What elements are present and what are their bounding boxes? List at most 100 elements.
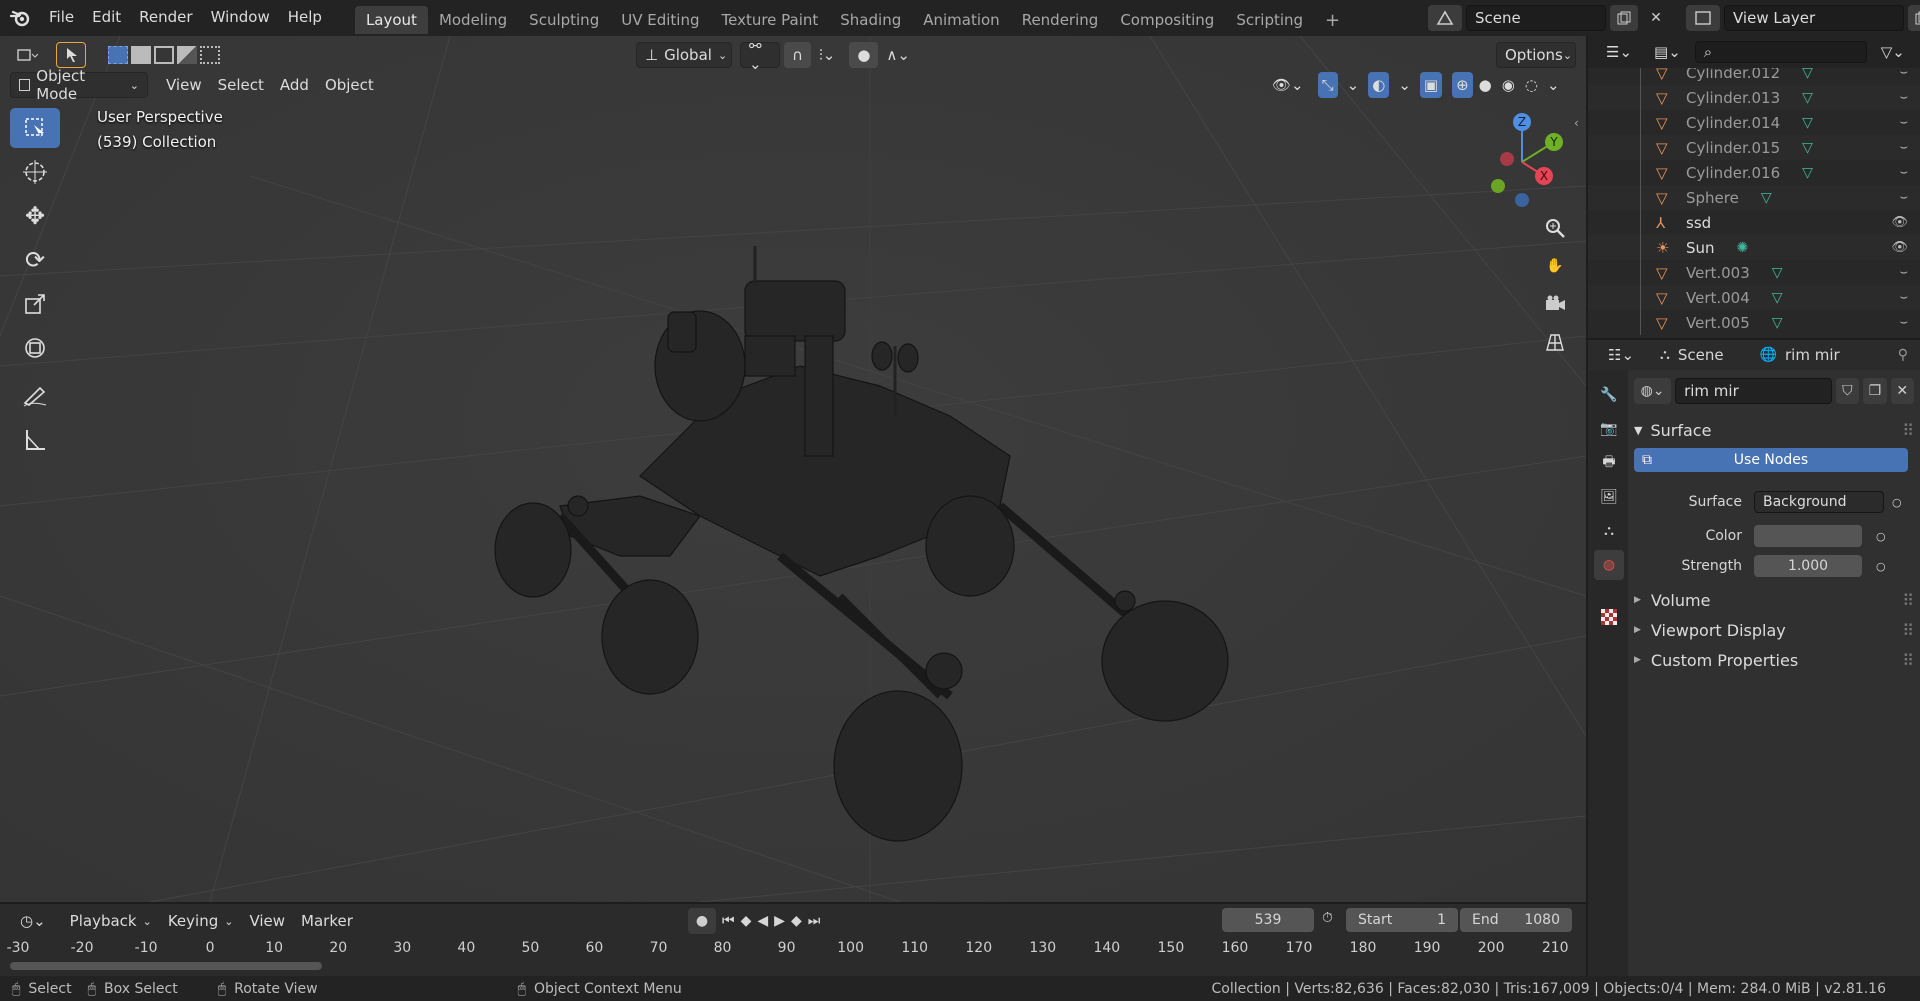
pan-hand-icon[interactable]: ✋ xyxy=(1539,250,1571,282)
drag-handle-icon[interactable]: ⠿ xyxy=(1902,421,1914,440)
world-name-field[interactable]: rim mir xyxy=(1675,378,1832,404)
outliner-row[interactable]: ▽ Cylinder.013 ▽ ⌣ xyxy=(1588,85,1920,110)
timeline-editor-type-icon[interactable]: ◷⌄ xyxy=(12,908,54,934)
cursor-tool-icon[interactable] xyxy=(10,152,60,192)
render-tab-icon[interactable]: 📷 xyxy=(1594,414,1624,444)
pivot-point-dropdown[interactable]: ⚯ ⌄ xyxy=(740,37,780,73)
tab-scripting[interactable]: Scripting xyxy=(1225,6,1314,34)
object-mode-dropdown[interactable]: Object Mode ⌄ xyxy=(10,67,148,103)
mesh-data-icon[interactable]: ▽ xyxy=(1802,140,1813,156)
material-shading-icon[interactable]: ◉ xyxy=(1498,72,1519,98)
outliner-row[interactable]: ▽ Cylinder.014 ▽ ⌣ xyxy=(1588,110,1920,135)
menu-help[interactable]: Help xyxy=(279,0,331,36)
viewport-menu-select[interactable]: Select xyxy=(210,72,272,98)
jump-end-icon[interactable]: ⏭ xyxy=(808,913,821,929)
timeline-menu-keying[interactable]: Keying ⌄ xyxy=(160,908,242,934)
select-subtract-icon[interactable] xyxy=(154,46,174,64)
wireframe-shading-icon[interactable]: ⊕ xyxy=(1452,72,1473,98)
xray-toggle-icon[interactable]: ▣ xyxy=(1419,72,1443,98)
hidden-eye-icon[interactable]: ⌣ xyxy=(1899,140,1908,155)
section-viewport-display[interactable]: ▶ Viewport Display ⠿ xyxy=(1634,616,1914,644)
outliner-row[interactable]: ▽ Vert.005 ▽ ⌣ xyxy=(1588,310,1920,335)
menu-render[interactable]: Render xyxy=(130,0,201,36)
next-keyframe-icon[interactable]: ◆ xyxy=(791,913,802,929)
mesh-data-icon[interactable]: ▽ xyxy=(1761,190,1772,206)
viewport-menu-object[interactable]: Object xyxy=(317,72,382,98)
gizmo-toggle-icon[interactable]: ⤡ xyxy=(1317,72,1338,98)
timeline-menu-view[interactable]: View xyxy=(241,908,293,934)
timeline-scrollbar[interactable] xyxy=(10,962,322,970)
proportional-edit-icon[interactable]: ● xyxy=(849,42,879,68)
tab-layout[interactable]: Layout xyxy=(354,6,428,34)
use-nodes-button[interactable]: ⧉ Use Nodes xyxy=(1634,448,1908,472)
outliner-row[interactable]: ▽ Cylinder.012 ▽ ⌣ xyxy=(1588,68,1920,85)
record-icon[interactable]: ● xyxy=(688,908,716,934)
tab-modeling[interactable]: Modeling xyxy=(428,6,518,34)
link-socket-icon[interactable]: ○ xyxy=(1892,496,1902,509)
transform-orientation-dropdown[interactable]: ⊥ Global ⌄ xyxy=(636,42,732,68)
proportional-falloff-dropdown[interactable]: ∧⌄ xyxy=(878,42,918,68)
outliner-search-input[interactable]: ⌕ xyxy=(1694,41,1867,63)
select-box-tool-icon[interactable] xyxy=(10,108,60,148)
new-scene-icon[interactable] xyxy=(1610,5,1638,31)
viewport-menu-view[interactable]: View xyxy=(158,72,210,98)
mesh-data-icon[interactable]: ▽ xyxy=(1802,90,1813,106)
link-socket-icon[interactable]: ○ xyxy=(1876,560,1886,573)
navigation-gizmo[interactable]: Z Y X xyxy=(1470,104,1580,214)
tab-animation[interactable]: Animation xyxy=(912,6,1010,34)
eye-icon[interactable]: 👁 xyxy=(1891,215,1908,230)
outliner-row[interactable]: ▽ Sphere ▽ ⌣ xyxy=(1588,185,1920,210)
fake-user-icon[interactable]: ⛉ xyxy=(1835,378,1860,404)
timeline-menu-playback[interactable]: Playback ⌄ xyxy=(62,908,160,934)
start-frame-field[interactable]: Start 1 xyxy=(1346,908,1458,932)
solid-shading-icon[interactable]: ● xyxy=(1475,72,1496,98)
3d-viewport[interactable]: ⊥ Global ⌄ ⚯ ⌄ ∩ ⫶⌄ ● ∧⌄ Options ⌄ Object… xyxy=(0,36,1586,902)
stopwatch-icon[interactable]: ⏱ xyxy=(1322,910,1333,926)
drag-handle-icon[interactable]: ⠿ xyxy=(1902,621,1914,640)
tool-tab-icon[interactable]: 🔧 xyxy=(1594,380,1624,410)
jump-start-icon[interactable]: ⏮ xyxy=(722,913,735,929)
menu-edit[interactable]: Edit xyxy=(83,0,130,36)
end-frame-field[interactable]: End 1080 xyxy=(1460,908,1572,932)
hidden-eye-icon[interactable]: ⌣ xyxy=(1899,90,1908,105)
world-tab-icon[interactable]: ◍ xyxy=(1594,550,1624,580)
strength-field[interactable]: 1.000 xyxy=(1754,555,1862,577)
drag-handle-icon[interactable]: ⠿ xyxy=(1902,651,1914,670)
perspective-toggle-icon[interactable] xyxy=(1539,326,1571,358)
surface-section-header[interactable]: ▼ Surface ⠿ xyxy=(1634,416,1914,444)
menu-file[interactable]: File xyxy=(40,0,83,36)
snap-target-dropdown[interactable]: ⫶⌄ xyxy=(811,42,843,68)
mesh-data-icon[interactable]: ▽ xyxy=(1802,68,1813,81)
scene-selector-icon[interactable] xyxy=(1428,5,1462,31)
play-icon[interactable]: ▶ xyxy=(774,913,785,929)
remove-scene-icon[interactable]: ✕ xyxy=(1642,5,1670,31)
gizmo-dropdown[interactable]: ⌄ xyxy=(1344,72,1363,98)
add-workspace-button[interactable]: + xyxy=(1314,7,1351,35)
play-reverse-icon[interactable]: ◀ xyxy=(757,913,768,929)
mesh-data-icon[interactable]: ▽ xyxy=(1772,315,1783,331)
snap-toggle-icon[interactable]: ∩ xyxy=(784,42,811,68)
hidden-eye-icon[interactable]: ⌣ xyxy=(1899,315,1908,330)
hidden-eye-icon[interactable]: ⌣ xyxy=(1899,115,1908,130)
visibility-eye-icon[interactable]: 👁⌄ xyxy=(1264,72,1312,98)
zoom-icon[interactable] xyxy=(1539,212,1571,244)
shading-options-dropdown[interactable]: ⌄ xyxy=(1544,72,1563,98)
blender-logo-icon[interactable] xyxy=(0,0,40,36)
hidden-eye-icon[interactable]: ⌣ xyxy=(1899,165,1908,180)
color-swatch[interactable] xyxy=(1754,525,1862,547)
rendered-shading-icon[interactable]: ◌ xyxy=(1521,72,1542,98)
new-world-icon[interactable]: ❐ xyxy=(1863,378,1887,404)
filter-icon[interactable]: ▽⌄ xyxy=(1873,39,1913,65)
texture-tab-icon[interactable] xyxy=(1594,602,1624,632)
tab-rendering[interactable]: Rendering xyxy=(1011,6,1110,34)
scene-name-field[interactable]: Scene xyxy=(1466,5,1606,31)
world-browse-icon[interactable]: ◍⌄ xyxy=(1634,378,1672,404)
sidebar-toggle-icon[interactable]: ‹ xyxy=(1574,116,1579,130)
tab-texture-paint[interactable]: Texture Paint xyxy=(710,6,829,34)
select-extend-icon[interactable] xyxy=(131,46,151,64)
hidden-eye-icon[interactable]: ⌣ xyxy=(1899,190,1908,205)
properties-editor-type-icon[interactable]: ☷⌄ xyxy=(1600,342,1642,368)
measure-tool-icon[interactable] xyxy=(10,420,60,460)
view-layer-icon[interactable] xyxy=(1686,5,1720,31)
view-layer-tab-icon[interactable]: 🖼 xyxy=(1594,482,1624,512)
